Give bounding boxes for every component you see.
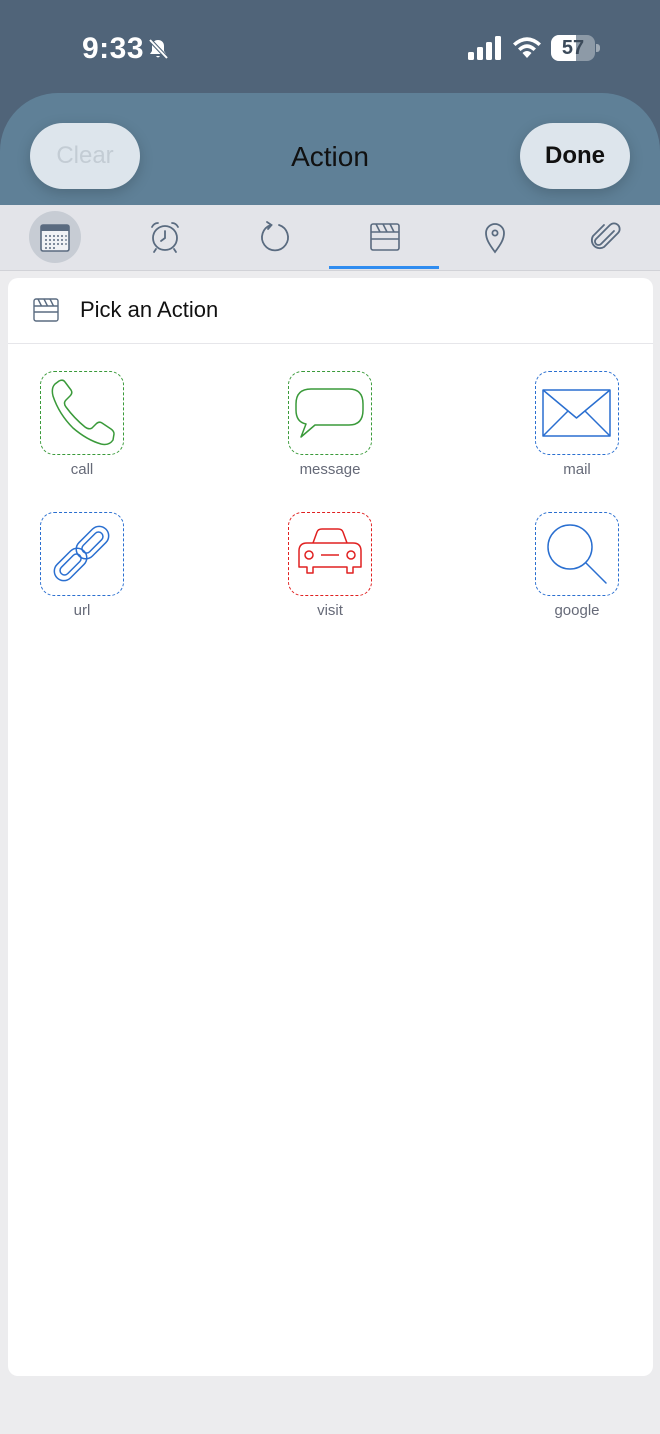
status-bar: 9:33 57 (0, 0, 660, 96)
calendar-icon (40, 224, 70, 252)
action-label: message (299, 461, 361, 478)
paperclip-icon (590, 222, 621, 250)
repeat-icon (261, 221, 289, 252)
action-url[interactable]: url (27, 512, 137, 632)
action-tile[interactable] (535, 371, 619, 455)
action-label: visit (317, 602, 343, 619)
done-button[interactable]: Done (520, 123, 630, 189)
tab-calendar[interactable] (0, 205, 110, 269)
battery-percent: 57 (561, 37, 585, 59)
action-call[interactable]: call (27, 371, 137, 491)
phone-icon (51, 379, 115, 446)
action-label: url (73, 602, 91, 619)
card-header: Pick an Action (8, 278, 653, 344)
battery-icon: 57 (551, 35, 601, 61)
magnifier-icon (547, 524, 607, 584)
action-visit[interactable]: visit (275, 512, 385, 632)
link-icon (53, 525, 110, 582)
alarm-clock-icon (151, 222, 179, 253)
action-message[interactable]: message (275, 371, 385, 491)
clapperboard-icon (370, 223, 400, 251)
action-label: call (70, 461, 94, 478)
tab-attachment[interactable] (550, 205, 660, 269)
car-icon (298, 528, 362, 574)
action-tile[interactable] (288, 512, 372, 596)
card-title: Pick an Action (80, 297, 219, 322)
action-picker-card: Pick an Action call message mail url vis… (8, 278, 653, 1376)
speech-bubble-icon (295, 388, 364, 438)
wifi-icon (513, 37, 541, 58)
action-label: mail (563, 461, 591, 478)
envelope-icon (542, 389, 611, 437)
sheet-header: Clear Action Done (0, 93, 660, 205)
tab-bar (0, 205, 660, 271)
action-mail[interactable]: mail (522, 371, 632, 491)
bell-slash-icon (148, 38, 169, 60)
status-time: 9:33 (82, 32, 145, 65)
tab-action[interactable] (330, 205, 440, 269)
clapperboard-icon (33, 298, 59, 322)
location-pin-icon (485, 223, 505, 254)
action-tile[interactable] (40, 371, 124, 455)
signal-icon (468, 36, 501, 60)
tab-repeat[interactable] (220, 205, 330, 269)
action-tile[interactable] (535, 512, 619, 596)
tab-alarm[interactable] (110, 205, 220, 269)
tab-active-indicator (329, 266, 439, 269)
action-google[interactable]: google (522, 512, 632, 632)
action-tile[interactable] (288, 371, 372, 455)
tab-location[interactable] (440, 205, 550, 269)
action-tile[interactable] (40, 512, 124, 596)
action-label: google (554, 602, 600, 619)
